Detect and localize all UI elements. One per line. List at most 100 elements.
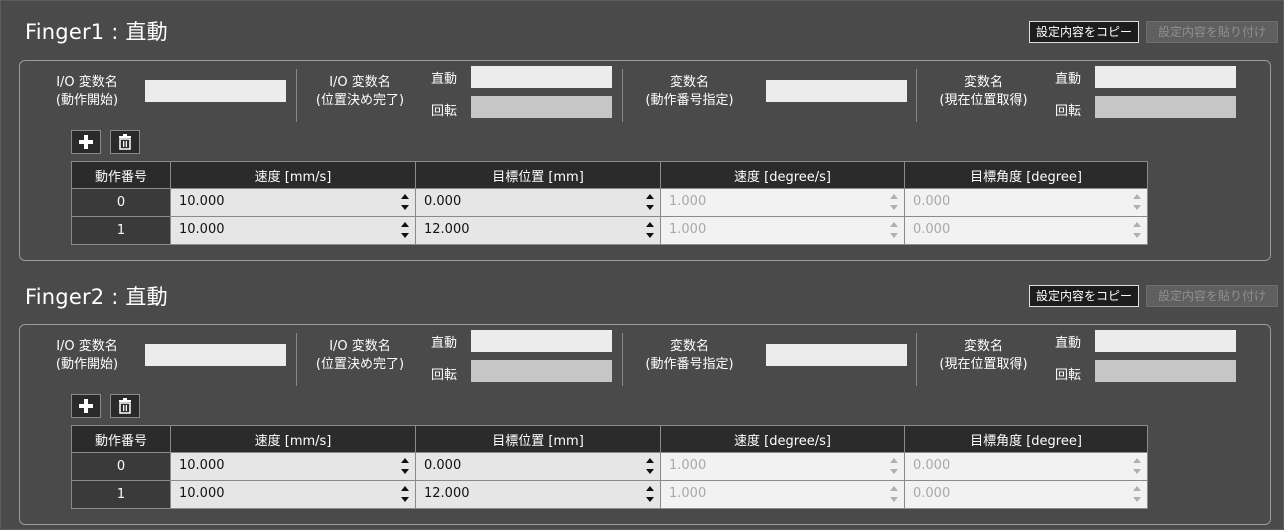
table-row[interactable]: 0 10.000 0.000 1.000 0.000 [71, 188, 1148, 217]
target-position-spinbox[interactable]: 0.000 [415, 452, 661, 481]
speed-mm-spinbox[interactable]: 10.000 [170, 188, 416, 217]
copy-settings-button[interactable]: 設定内容をコピー [1029, 21, 1139, 43]
spinner-arrows-icon[interactable] [401, 220, 409, 240]
var-position-linear-label: 直動 [1055, 336, 1082, 351]
column-header: 目標位置 [mm] [415, 161, 661, 189]
column-header: 速度 [degree/s] [660, 425, 905, 453]
var-position-label: 変数名 (現在位置取得) [939, 339, 1028, 372]
io-done-linear-label: 直動 [431, 336, 458, 351]
var-position-linear-input[interactable] [1095, 66, 1236, 88]
target-angle-value: 0.000 [913, 222, 951, 237]
var-position-rotate-input[interactable] [1095, 360, 1236, 382]
io-done-rotate-label: 回転 [431, 368, 458, 383]
spinner-arrows-icon[interactable] [646, 220, 654, 240]
table-header-row: 動作番号 速度 [mm/s] 目標位置 [mm] 速度 [degree/s] 目… [71, 425, 1148, 453]
paste-settings-button[interactable]: 設定内容を貼り付け [1146, 285, 1278, 307]
table-header-row: 動作番号 速度 [mm/s] 目標位置 [mm] 速度 [degree/s] 目… [71, 161, 1148, 189]
target-angle-value: 0.000 [913, 486, 951, 501]
io-done-linear-input[interactable] [471, 66, 612, 88]
var-number-input[interactable] [766, 344, 907, 366]
separator [622, 69, 623, 122]
section-title: Finger2 : 直動 [25, 285, 168, 309]
motion-number: 1 [71, 480, 171, 509]
speed-mm-spinbox[interactable]: 10.000 [170, 216, 416, 245]
target-angle-spinbox: 0.000 [904, 480, 1148, 509]
column-header: 目標角度 [degree] [904, 161, 1148, 189]
io-done-label: I/O 変数名 (位置決め完了) [315, 339, 405, 372]
trash-icon [119, 134, 131, 150]
motion-table: 動作番号 速度 [mm/s] 目標位置 [mm] 速度 [degree/s] 目… [71, 161, 1148, 245]
motion-number: 1 [71, 216, 171, 245]
spinner-arrows-icon [890, 194, 898, 210]
speed-degree-spinbox: 1.000 [660, 480, 905, 509]
var-number-label: 変数名 (動作番号指定) [645, 75, 734, 108]
var-position-rotate-input[interactable] [1095, 96, 1236, 118]
var-position-rotate-label: 回転 [1055, 104, 1082, 119]
var-number-input[interactable] [766, 80, 907, 102]
spinner-arrows-icon [890, 486, 898, 502]
speed-degree-value: 1.000 [669, 486, 707, 501]
copy-settings-button[interactable]: 設定内容をコピー [1029, 285, 1139, 307]
add-row-button[interactable] [71, 394, 101, 418]
io-done-rotate-label: 回転 [431, 104, 458, 119]
add-row-button[interactable] [71, 130, 101, 154]
io-start-input[interactable] [145, 80, 286, 102]
spinner-arrows-icon[interactable] [646, 456, 654, 476]
motion-number: 0 [71, 188, 171, 217]
section-title: Finger1 : 直動 [25, 20, 168, 44]
column-header: 動作番号 [71, 425, 171, 453]
var-position-linear-input[interactable] [1095, 330, 1236, 352]
target-angle-value: 0.000 [913, 458, 951, 473]
spinner-arrows-icon[interactable] [646, 192, 654, 212]
var-number-label: 変数名 (動作番号指定) [645, 339, 734, 372]
target-position-spinbox[interactable]: 0.000 [415, 188, 661, 217]
column-header: 速度 [degree/s] [660, 161, 905, 189]
table-row[interactable]: 1 10.000 12.000 1.000 0.000 [71, 216, 1148, 245]
target-position-spinbox[interactable]: 12.000 [415, 480, 661, 509]
var-position-label: 変数名 (現在位置取得) [939, 75, 1028, 108]
motion-table: 動作番号 速度 [mm/s] 目標位置 [mm] 速度 [degree/s] 目… [71, 425, 1148, 509]
io-start-label: I/O 変数名 (動作開始) [55, 339, 119, 372]
spinner-arrows-icon[interactable] [401, 484, 409, 504]
delete-row-button[interactable] [110, 394, 140, 418]
separator [916, 333, 917, 386]
settings-panel: I/O 変数名 (動作開始) I/O 変数名 (位置決め完了) 直動 回転 変数… [19, 60, 1271, 261]
target-position-value: 0.000 [424, 458, 462, 473]
spinner-arrows-icon [890, 222, 898, 238]
io-done-rotate-input[interactable] [471, 360, 612, 382]
speed-mm-value: 10.000 [179, 486, 225, 501]
speed-degree-value: 1.000 [669, 458, 707, 473]
column-header: 速度 [mm/s] [170, 161, 416, 189]
delete-row-button[interactable] [110, 130, 140, 154]
speed-degree-spinbox: 1.000 [660, 216, 905, 245]
trash-icon [119, 398, 131, 414]
target-angle-spinbox: 0.000 [904, 216, 1148, 245]
separator [622, 333, 623, 386]
io-done-linear-input[interactable] [471, 330, 612, 352]
io-start-input[interactable] [145, 344, 286, 366]
target-position-value: 0.000 [424, 194, 462, 209]
paste-settings-button[interactable]: 設定内容を貼り付け [1146, 21, 1278, 43]
table-row[interactable]: 0 10.000 0.000 1.000 0.000 [71, 452, 1148, 481]
spinner-arrows-icon [1133, 458, 1141, 474]
column-header: 速度 [mm/s] [170, 425, 416, 453]
column-header: 動作番号 [71, 161, 171, 189]
speed-mm-spinbox[interactable]: 10.000 [170, 480, 416, 509]
target-angle-value: 0.000 [913, 194, 951, 209]
target-angle-spinbox: 0.000 [904, 452, 1148, 481]
io-done-linear-label: 直動 [431, 72, 458, 87]
var-position-rotate-label: 回転 [1055, 368, 1082, 383]
spinner-arrows-icon[interactable] [401, 192, 409, 212]
io-start-label: I/O 変数名 (動作開始) [55, 75, 119, 108]
spinner-arrows-icon[interactable] [401, 456, 409, 476]
speed-mm-value: 10.000 [179, 222, 225, 237]
speed-degree-spinbox: 1.000 [660, 188, 905, 217]
io-done-rotate-input[interactable] [471, 96, 612, 118]
spinner-arrows-icon [1133, 194, 1141, 210]
speed-mm-spinbox[interactable]: 10.000 [170, 452, 416, 481]
spinner-arrows-icon[interactable] [646, 484, 654, 504]
io-done-label: I/O 変数名 (位置決め完了) [315, 75, 405, 108]
table-row[interactable]: 1 10.000 12.000 1.000 0.000 [71, 480, 1148, 509]
target-position-spinbox[interactable]: 12.000 [415, 216, 661, 245]
speed-mm-value: 10.000 [179, 458, 225, 473]
